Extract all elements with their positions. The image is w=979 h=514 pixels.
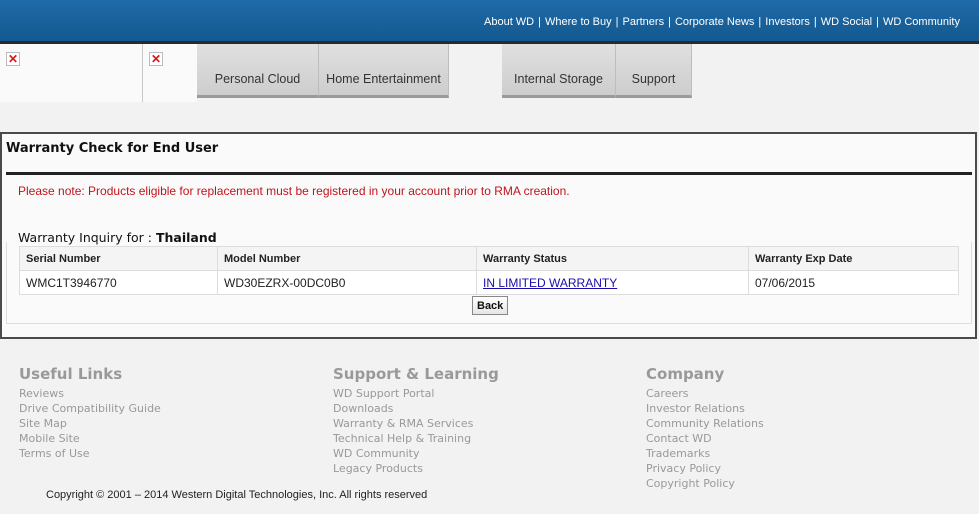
column-header-warranty-exp-date: Warranty Exp Date xyxy=(748,246,959,271)
footer-link-investor-relations[interactable]: Investor Relations xyxy=(646,401,764,416)
footer-link-copyright-policy[interactable]: Copyright Policy xyxy=(646,476,764,491)
table-header-row: Serial Number Model Number Warranty Stat… xyxy=(19,246,959,271)
warranty-status-link[interactable]: IN LIMITED WARRANTY xyxy=(483,276,617,290)
title-divider xyxy=(6,172,972,175)
header-link-where-to-buy[interactable]: Where to Buy xyxy=(545,16,612,28)
footer-link-downloads[interactable]: Downloads xyxy=(333,401,499,416)
warranty-exp-date-cell: 07/06/2015 xyxy=(748,270,959,295)
nav-tab-support[interactable]: Support xyxy=(616,44,692,98)
footer-link-reviews[interactable]: Reviews xyxy=(19,386,161,401)
warranty-results-table: Serial Number Model Number Warranty Stat… xyxy=(19,246,959,295)
logo-image-broken[interactable]: ✕ xyxy=(0,44,143,102)
footer-heading-useful-links: Useful Links xyxy=(19,365,123,383)
header-link-corporate-news[interactable]: Corporate News xyxy=(675,16,754,28)
link-separator: | xyxy=(813,16,817,28)
footer-company: Company Careers Investor Relations Commu… xyxy=(646,365,764,491)
main-navigation: ✕ ✕ Personal Cloud Home Entertainment In… xyxy=(0,44,979,102)
footer-link-wd-support-portal[interactable]: WD Support Portal xyxy=(333,386,499,401)
link-separator: | xyxy=(758,16,762,28)
footer-link-contact-wd[interactable]: Contact WD xyxy=(646,431,764,446)
header-link-partners[interactable]: Partners xyxy=(623,16,665,28)
column-header-serial-number: Serial Number xyxy=(19,246,218,271)
nav-image-broken[interactable]: ✕ xyxy=(143,44,197,102)
footer-link-site-map[interactable]: Site Map xyxy=(19,416,161,431)
footer-heading-company: Company xyxy=(646,365,725,383)
nav-tab-personal-cloud[interactable]: Personal Cloud xyxy=(197,44,319,98)
broken-image-icon: ✕ xyxy=(149,52,163,66)
header-link-about-wd[interactable]: About WD xyxy=(484,16,534,28)
table-row: WMC1T3946770 WD30EZRX-00DC0B0 IN LIMITED… xyxy=(19,270,959,295)
footer-link-privacy-policy[interactable]: Privacy Policy xyxy=(646,461,764,476)
top-header-bar: About WD | Where to Buy | Partners | Corporate… xyxy=(0,0,979,44)
header-link-wd-community[interactable]: WD Community xyxy=(883,16,960,28)
footer-link-legacy-products[interactable]: Legacy Products xyxy=(333,461,499,476)
nav-tab-home-entertainment[interactable]: Home Entertainment xyxy=(319,44,449,98)
header-link-investors[interactable]: Investors xyxy=(765,16,810,28)
warranty-check-panel: Warranty Check for End User Please note:… xyxy=(0,132,977,339)
footer-link-community-relations[interactable]: Community Relations xyxy=(646,416,764,431)
link-separator: | xyxy=(668,16,671,28)
model-number-cell: WD30EZRX-00DC0B0 xyxy=(217,270,477,295)
link-separator: | xyxy=(876,16,879,28)
header-links: About WD | Where to Buy | Partners | Corporate… xyxy=(484,16,960,28)
link-separator: | xyxy=(615,16,619,28)
serial-number-cell: WMC1T3946770 xyxy=(19,270,218,295)
column-header-warranty-status: Warranty Status xyxy=(476,246,749,271)
back-button[interactable]: Back xyxy=(472,296,509,315)
footer-link-terms-of-use[interactable]: Terms of Use xyxy=(19,446,161,461)
footer-link-warranty-rma-services[interactable]: Warranty & RMA Services xyxy=(333,416,499,431)
header-link-wd-social[interactable]: WD Social xyxy=(821,16,872,28)
footer-link-wd-community[interactable]: WD Community xyxy=(333,446,499,461)
footer-link-drive-compatibility-guide[interactable]: Drive Compatibility Guide xyxy=(19,401,161,416)
link-separator: | xyxy=(538,16,541,28)
column-header-model-number: Model Number xyxy=(217,246,477,271)
footer-link-mobile-site[interactable]: Mobile Site xyxy=(19,431,161,446)
footer-heading-support-learning: Support & Learning xyxy=(333,365,499,383)
nav-tab-internal-storage[interactable]: Internal Storage xyxy=(502,44,616,98)
page-title: Warranty Check for End User xyxy=(6,141,219,156)
footer-link-careers[interactable]: Careers xyxy=(646,386,764,401)
footer-useful-links: Useful Links Reviews Drive Compatibility… xyxy=(19,365,161,461)
registration-notice: Please note: Products eligible for repla… xyxy=(18,184,570,198)
footer-link-trademarks[interactable]: Trademarks xyxy=(646,446,764,461)
footer-support-learning: Support & Learning WD Support Portal Dow… xyxy=(333,365,499,476)
footer-link-technical-help-training[interactable]: Technical Help & Training xyxy=(333,431,499,446)
copyright-notice: Copyright © 2001 – 2014 Western Digital … xyxy=(46,489,428,501)
warranty-status-cell: IN LIMITED WARRANTY xyxy=(476,270,749,295)
broken-image-icon: ✕ xyxy=(6,52,20,66)
